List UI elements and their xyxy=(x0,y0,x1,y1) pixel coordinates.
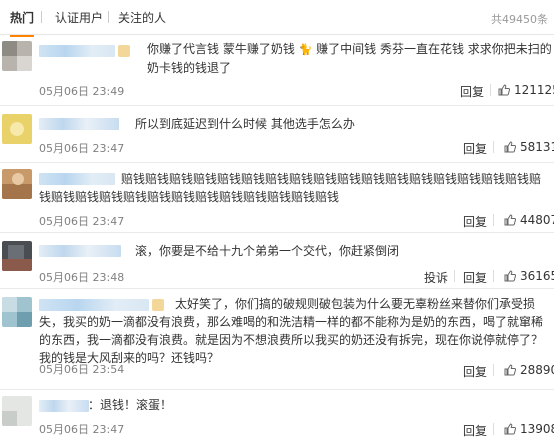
like-count: 58131 xyxy=(520,140,554,154)
username-blurred[interactable] xyxy=(39,245,121,257)
comment-time: 05月06日 23:54 xyxy=(39,363,125,376)
like-button[interactable]: 13908 xyxy=(504,422,554,436)
avatar[interactable] xyxy=(2,241,32,271)
comment-text: 滚，你要是不给十九个弟弟一个交代，你赶紧倒闭 xyxy=(135,244,400,258)
like-button[interactable]: 121125 xyxy=(498,83,554,97)
avatar[interactable] xyxy=(2,396,32,426)
like-button[interactable]: 44807 xyxy=(504,213,554,227)
comment-tabs: 热门 认证用户 关注的人 共49450条 xyxy=(0,0,554,37)
avatar[interactable] xyxy=(2,41,32,71)
comment-item: 所以到底延迟到什么时候 其他选手怎么办 05月06日 23:47 回复 5813… xyxy=(0,106,554,163)
action-divider xyxy=(493,214,494,226)
avatar[interactable] xyxy=(2,169,32,199)
reply-button[interactable]: 回复 xyxy=(463,422,487,439)
thumbs-up-icon xyxy=(498,84,511,96)
cat-emoji-icon: 🐈 xyxy=(298,43,313,56)
action-divider xyxy=(493,364,494,376)
tab-following[interactable]: 关注的人 xyxy=(118,9,166,26)
comment-text: ：退钱！滚蛋！ xyxy=(88,398,173,412)
tab-verified-users[interactable]: 认证用户 xyxy=(55,9,103,26)
comment-item: 滚，你要是不给十九个弟弟一个交代，你赶紧倒闭 05月06日 23:48 投诉 回… xyxy=(0,233,554,289)
action-divider xyxy=(493,423,494,435)
tab-divider xyxy=(41,11,42,23)
like-button[interactable]: 36165 xyxy=(504,269,554,283)
thumbs-up-icon xyxy=(504,423,517,435)
comment-total-count: 共49450条 xyxy=(491,13,548,26)
reply-button[interactable]: 回复 xyxy=(463,140,487,157)
comment-text: 你赚了代言钱 蒙牛赚了奶钱 🐈 赚了中间钱 秀芬一直在花钱 求求你把未扫的奶卡钱… xyxy=(147,42,552,75)
comment-item: 你赚了代言钱 蒙牛赚了奶钱 🐈 赚了中间钱 秀芬一直在花钱 求求你把未扫的奶卡钱… xyxy=(0,35,554,106)
thumbs-up-icon xyxy=(504,214,517,226)
thumbs-up-icon xyxy=(504,141,517,153)
comment-item: ：退钱！滚蛋！ 05月06日 23:47 回复 13908 xyxy=(0,390,554,441)
tab-hot[interactable]: 热门 xyxy=(10,9,35,37)
like-count: 121125 xyxy=(514,83,554,97)
action-divider xyxy=(493,270,494,282)
avatar[interactable] xyxy=(2,297,32,327)
comment-item: 太好笑了，你们搞的破规则破包装为什么要无辜粉丝来替你们承受损失，我买的奶一滴都没… xyxy=(0,289,554,390)
thumbs-up-icon xyxy=(504,270,517,282)
comment-item: 赔钱赔钱赔钱赔钱赔钱赔钱赔钱赔钱赔钱赔钱赔钱赔钱赔钱赔钱赔钱赔钱赔钱赔钱赔钱赔钱… xyxy=(0,163,554,233)
username-blurred[interactable] xyxy=(39,45,115,57)
comment-time: 05月06日 23:47 xyxy=(39,215,125,228)
action-divider xyxy=(454,270,455,282)
like-count: 44807 xyxy=(520,213,554,227)
username-blurred[interactable] xyxy=(39,400,89,412)
like-count: 13908 xyxy=(520,422,554,436)
reply-button[interactable]: 回复 xyxy=(463,213,487,230)
like-count: 28890 xyxy=(520,363,554,377)
like-button[interactable]: 58131 xyxy=(504,140,554,154)
tab-divider xyxy=(108,11,109,23)
avatar[interactable] xyxy=(2,114,32,144)
comment-time: 05月06日 23:47 xyxy=(39,142,125,155)
action-divider xyxy=(490,84,491,96)
comment-time: 05月06日 23:49 xyxy=(39,85,125,98)
thumbs-up-icon xyxy=(504,364,517,376)
like-button[interactable]: 28890 xyxy=(504,363,554,377)
comment-text: 太好笑了，你们搞的破规则破包装为什么要无辜粉丝来替你们承受损失，我买的奶一滴都没… xyxy=(39,297,544,365)
comment-time: 05月06日 23:47 xyxy=(39,423,125,436)
comment-text: 赔钱赔钱赔钱赔钱赔钱赔钱赔钱赔钱赔钱赔钱赔钱赔钱赔钱赔钱赔钱赔钱赔钱赔钱赔钱赔钱… xyxy=(39,172,542,204)
comment-text: 所以到底延迟到什么时候 其他选手怎么办 xyxy=(135,117,355,131)
user-badge-icon xyxy=(118,45,130,57)
report-button[interactable]: 投诉 xyxy=(424,269,448,286)
action-divider xyxy=(493,141,494,153)
reply-button[interactable]: 回复 xyxy=(463,269,487,286)
username-blurred[interactable] xyxy=(39,118,119,130)
comment-time: 05月06日 23:48 xyxy=(39,271,125,284)
reply-button[interactable]: 回复 xyxy=(460,83,484,100)
reply-button[interactable]: 回复 xyxy=(463,363,487,380)
like-count: 36165 xyxy=(520,269,554,283)
